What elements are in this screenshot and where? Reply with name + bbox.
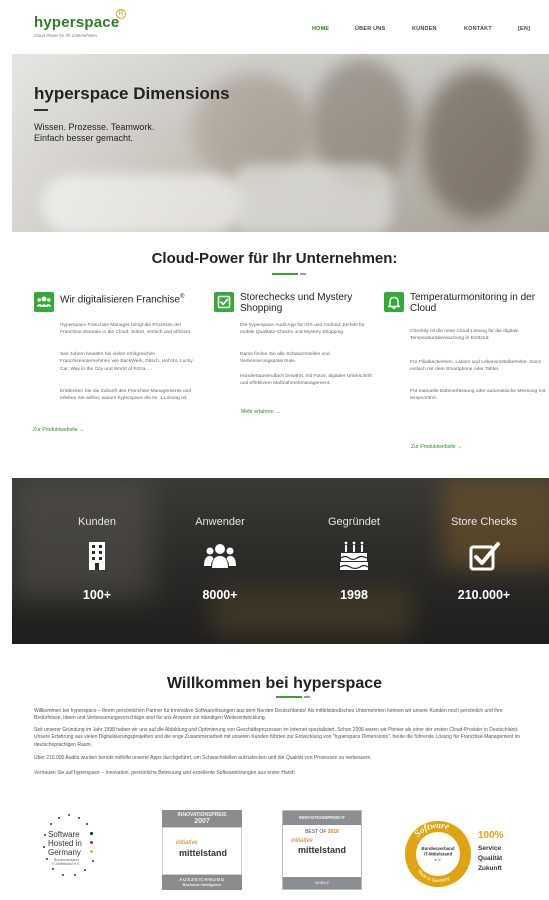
- bell-icon: [384, 292, 404, 312]
- feature-title: Temperaturmonitoring in der Cloud: [410, 292, 536, 314]
- team-icon: [34, 292, 54, 312]
- nav-kontakt[interactable]: KONTAKT: [464, 26, 492, 32]
- building-icon: [89, 542, 105, 570]
- logo-text: hyperspace: [34, 14, 120, 31]
- hero-subtitle-line1: Wissen. Prozesse. Teamwork.: [34, 122, 155, 132]
- stats-banner: Kunden 100+ Anwender 8000+ Gegründet 199…: [12, 478, 549, 644]
- badge-innovationspreis-it-2016[interactable]: INNOVATIONSPREIS-IT BEST OF 2016 initiat…: [282, 810, 362, 890]
- feature-text: Checkity ist die neue Cloud-Lösung für d…: [410, 329, 519, 342]
- logo-tagline: Cloud-Power für Ihr Unternehmen: [34, 33, 97, 38]
- stat-label: Gegründet: [328, 516, 380, 528]
- badge-software-made-in-germany[interactable]: Software Made in Germany Bundesverband I…: [402, 818, 522, 890]
- badge-innovationspreis-2007[interactable]: INNOVATIONSPREIS 2007 initiative mittels…: [162, 810, 242, 890]
- product-website-link[interactable]: Zur Produktwebsite →: [33, 427, 84, 433]
- welcome-paragraph: Über 210.000 Audits wurden bereits mithi…: [34, 755, 372, 761]
- registered-mark-icon: R: [116, 9, 126, 19]
- page: hyperspace R Cloud-Power für Ihr Unterne…: [0, 0, 549, 900]
- learn-more-link[interactable]: Mehr erfahren →: [241, 409, 280, 415]
- section-title-cloud: Cloud-Power für Ihr Unternehmen:: [151, 250, 398, 267]
- birthday-cake-icon: [339, 541, 369, 570]
- checkbox-icon: [214, 292, 234, 312]
- section-divider: [272, 273, 306, 275]
- logo[interactable]: hyperspace R: [34, 9, 126, 32]
- feature-title: Storechecks und Mystery Shopping: [240, 292, 353, 314]
- stat-store-checks: Store Checks 210.000+: [419, 478, 549, 644]
- svg-text:Zukunft: Zukunft: [478, 865, 503, 872]
- svg-text:Bundesverband: Bundesverband: [421, 846, 454, 851]
- stat-value: 210.000+: [457, 588, 511, 602]
- feature-text: Damit finden Sie alle Schwachstellen und…: [240, 352, 330, 365]
- section-divider: [276, 696, 310, 698]
- feature-text: Seit Jahren bewährt bei vielen erfolgrei…: [60, 352, 193, 372]
- check-square-icon: [469, 542, 500, 571]
- feature-title: Wir digitalisieren Franchise®: [60, 294, 185, 306]
- badge-software-hosted-in-germany[interactable]: Software Hosted in Germany Bundesverband…: [30, 810, 110, 890]
- stat-anwender: Anwender 8000+: [155, 478, 285, 644]
- stat-label: Anwender: [195, 516, 245, 528]
- stat-gegruendet: Gegründet 1998: [289, 478, 419, 644]
- feature-text: Für Filialbackereien, Labors und Lebensm…: [410, 360, 542, 373]
- stat-value: 1998: [340, 588, 368, 602]
- welcome-paragraph: Vertrauen Sie auf hyperspace – Innovatio…: [34, 770, 295, 776]
- welcome-paragraph: Seit unserer Gründung im Jahr 1998 haben…: [34, 727, 521, 748]
- stat-kunden: Kunden 100+: [32, 478, 162, 644]
- hero-banner: hyperspace Dimensions Wissen. Prozesse. …: [12, 54, 549, 232]
- stat-label: Store Checks: [450, 516, 518, 528]
- feature-text: Hunderttausendfach bewährt, mit Fotos, d…: [240, 374, 372, 387]
- users-icon: [204, 544, 236, 568]
- svg-text:e.V.: e.V.: [435, 857, 442, 862]
- feature-text: Hyperspace Franchise Manager bringt die …: [60, 323, 192, 336]
- section-title-welcome: Willkommen bei hyperspace: [166, 675, 383, 692]
- nav-kunden[interactable]: KUNDEN: [412, 26, 437, 32]
- site-header: hyperspace R Cloud-Power für Ihr Unterne…: [0, 0, 549, 54]
- nav-home[interactable]: HOME: [312, 26, 329, 32]
- stat-label: Kunden: [78, 516, 116, 528]
- feature-text: Für manuelle Datenerfassung oder automat…: [410, 389, 546, 402]
- svg-text:Service: Service: [478, 845, 502, 852]
- feature-text: Die hyperspace Audit App für iOS und And…: [240, 323, 365, 336]
- nav-ueber-uns[interactable]: ÜBER UNS: [355, 26, 385, 32]
- svg-text:IT-Mittelstand: IT-Mittelstand: [424, 852, 453, 857]
- feature-text: Entdecken Sie die Zukunft des Franchise …: [60, 389, 192, 402]
- nav-language-en[interactable]: [EN]: [518, 26, 530, 32]
- hero-title: hyperspace Dimensions: [34, 84, 230, 103]
- seal-icon: Software Made in Germany Bundesverband I…: [405, 820, 504, 887]
- welcome-paragraph: Willkommen bei hyperspace – Ihrem persön…: [34, 708, 503, 722]
- product-website-link[interactable]: Zur Produktwebsite →: [411, 444, 462, 450]
- stat-value: 8000+: [202, 588, 238, 602]
- hero-subtitle-line2: Einfach besser gemacht.: [34, 133, 134, 143]
- hero-divider: [34, 109, 48, 111]
- svg-text:Qualität: Qualität: [478, 855, 503, 862]
- stat-value: 100+: [82, 588, 112, 602]
- svg-text:100%: 100%: [478, 830, 504, 841]
